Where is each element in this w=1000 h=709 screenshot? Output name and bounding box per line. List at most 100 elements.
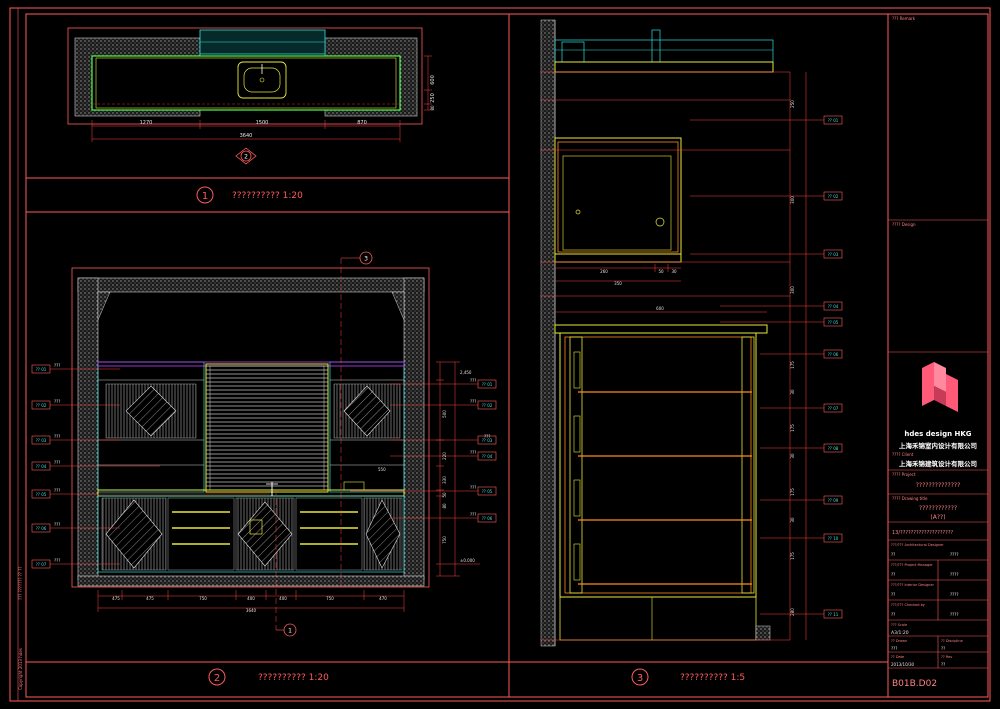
view2-title: ?????????? 1:20 [258,673,329,683]
view3-dim-top-4: 350 [614,281,622,286]
view2-elevation: 3 1 ?? 01 ?? 02 ?? 03 ?? 04 ?? 05 ?? 06 … [31,251,497,686]
view1-dim-total: 3640 [240,133,253,139]
view3-code-11: ?? 11 [828,612,839,617]
view2-left-code-1: ?? 01 [36,367,47,372]
view2-left-code-4: ?? 04 [36,464,47,469]
view3-code-3: ?? 03 [828,252,839,257]
view2-left-tag-6: ??? [54,558,60,563]
view1-marker-number: 2 [244,154,248,161]
view1-section-marker: 2 [235,147,257,165]
view2-right-code-4: ?? 04 [482,454,493,459]
view3-code-8: ?? 08 [828,446,839,451]
drawing-title: ???????????? [919,505,957,512]
view2-left-code-5: ?? 05 [36,492,47,497]
left-strip: Copyright 2013 hdes ??? ??????? ?? ?? [17,8,23,701]
view2-right-dim-6: 750 [442,536,447,544]
view3-dim-top-1: 260 [600,269,608,274]
view3-codes: ?? 01 ?? 02 ?? 03 ?? 04 ?? 05 ?? 06 ?? 0… [690,115,843,619]
view3-right-dim-6: 175 [790,424,795,432]
view2-right-dim-5: 80 [442,503,447,509]
left-strip-note: ??? ??????? ?? ?? [18,566,23,600]
view2-bottom-dim-2: 475 [146,596,154,601]
view2-right-tag-4: ??? [470,450,476,455]
view3-code-1: ?? 01 [828,118,839,123]
view1-plan: 1270 1500 870 3640 600 250 80 2 1 ??????… [67,27,436,204]
view2-right-tag-3: ??? [484,434,490,439]
title-block: ??? Remark ???? Design hdes design HKG 上… [888,16,988,689]
view3-code-10: ?? 10 [828,536,839,541]
view2-bottom-dim-1: 475 [112,596,120,601]
view2-right-tag-6: ??? [470,512,476,517]
view2-right-code-2: ?? 02 [482,403,493,408]
row-3-signature: ???? [950,592,959,597]
view2-left-tag-3: ??? [54,460,60,465]
discipline-label: ?? Discipline [941,639,963,643]
view2-right-dim-2: 220 [442,452,447,460]
cad-drawing-sheet: Copyright 2013 hdes ??? ??????? ?? ?? 12… [9,7,991,702]
row-4-label: ???/??? Checked by [891,603,925,607]
view2-level-zero: ±0.000 [460,558,475,563]
view2-left-tag-5: ??? [54,522,60,527]
view1-dim-1: 1270 [140,120,153,126]
view2-right-tag-5: ??? [470,485,476,490]
row-2-signature: ???? [950,572,959,577]
view3-code-7: ?? 07 [828,406,839,411]
company-name-2: 上海禾锦建筑设计有限公司 [899,459,977,468]
view2-bottom-dim-5: 400 [279,596,287,601]
view3-right-dim-3: 300 [790,286,795,294]
view2-level-top: 2,450 [460,370,472,375]
view2-section-marker-top: 3 [341,251,373,265]
row-3-value: ?? [891,592,895,597]
view2-section-marker-top-number: 3 [364,256,368,263]
view2-left-tag-1: ??? [54,399,60,404]
view2-section-marker-bottom: 1 [276,623,297,637]
view2-left-code-2: ?? 02 [36,403,47,408]
view2-right-dim-3: 330 [442,476,447,484]
project-label: ???? Project [892,472,916,477]
view2-right-dim-4: 50 [442,492,447,498]
view3-width: 600 [656,306,664,311]
view3-section: 260 50 30 350 600 250 300 300 175 30 175… [540,19,843,686]
view3-code-4: ?? 04 [828,304,839,309]
drawn-label: ?? Drawn [891,639,907,643]
view3-code-2: ?? 02 [828,194,839,199]
view3-right-dim-10: 175 [790,552,795,560]
view2-left-code-3: ?? 03 [36,438,47,443]
view2-bottom-total: 3640 [246,608,257,613]
row-1-signature: ???? [950,552,959,557]
logo-text: hdes design HKG [904,430,971,438]
view2-bottom-dim-7: 470 [379,596,387,601]
client-label: ???? Client [892,452,914,457]
row-1-value: ?? [891,552,895,557]
row-2-label: ???/??? Project Manager [891,563,933,567]
view1-dim-2: 1500 [256,120,269,126]
view3-right-dim-1: 250 [790,100,795,108]
row-1-label: ???/??? Architectural Designer [891,543,944,547]
view2-left-code-6: ?? 06 [36,526,47,531]
view1-side-dim-1: 600 [430,75,436,85]
view2-number: 2 [214,673,220,684]
view1-number: 1 [202,191,208,202]
scale-value: A3/1:20 [891,630,909,636]
scale-label: ??? Scale [891,623,907,627]
view2-left-code-7: ?? 07 [36,562,47,567]
view3-right-dim-2: 300 [790,196,795,204]
view2-right-tag-2: ??? [470,399,476,404]
view2-inner-dim: 550 [378,467,386,472]
view2-bottom-dim-4: 400 [247,596,255,601]
row-4-signature: ???? [950,612,959,617]
drawn-value: ??? [891,646,897,651]
view2-left-tag-2: ??? [54,434,60,439]
view1-side-dim-2: 250 [430,93,436,103]
drawing-area: (A??) [930,514,945,521]
row-2-value: ?? [891,572,895,577]
view2-left-tag-4: ??? [54,488,60,493]
view1-title: ?????????? 1:20 [232,191,303,201]
drawing-title-label: ???? Drawing title [892,496,928,501]
view3-code-9: ?? 09 [828,498,839,503]
row-3-label: ???/??? Interior Designer [891,583,935,587]
view3-number: 3 [637,673,643,684]
view3-right-dim-5: 30 [790,389,795,395]
view3-dim-top-3: 30 [671,269,677,274]
design-label: ???? Design [892,222,916,227]
